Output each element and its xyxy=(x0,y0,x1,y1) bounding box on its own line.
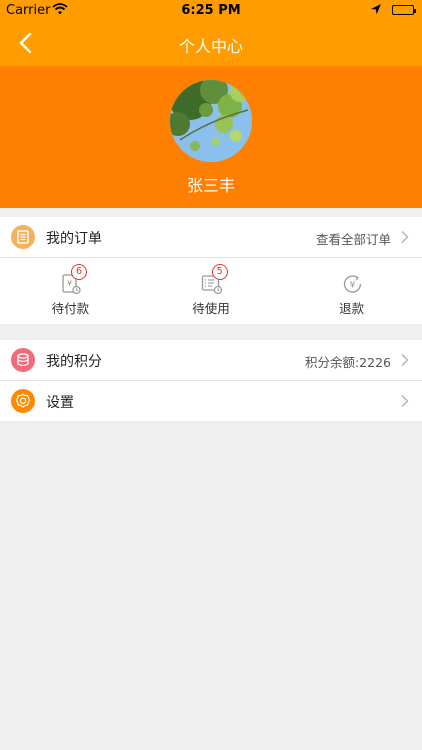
my-orders-row[interactable]: 我的订单 查看全部订单 xyxy=(0,217,422,258)
account-menu-card: 我的积分 积分余额:2226 设置 xyxy=(0,340,422,421)
chevron-right-icon xyxy=(401,230,409,244)
settings-gear-icon xyxy=(11,389,35,413)
order-list-icon xyxy=(11,225,35,249)
points-balance: 积分余额:2226 xyxy=(304,355,391,370)
pending-payment-badge: 6 xyxy=(71,264,87,280)
pending-payment-label: 待付款 xyxy=(51,301,90,316)
view-all-orders-link[interactable]: 查看全部订单 xyxy=(316,229,391,248)
to-use-badge: 5 xyxy=(211,264,228,280)
refund-button[interactable]: ¥ 退款 xyxy=(281,258,422,324)
refund-label: 退款 xyxy=(339,301,365,316)
settings-row[interactable]: 设置 xyxy=(0,381,422,421)
order-status-bar: ¥ 6 待付款 5 待使用 ¥ 退款 xyxy=(0,258,422,324)
my-points-label: 我的积分 xyxy=(46,354,102,370)
page-title: 个人中心 xyxy=(178,37,243,56)
svg-text:¥: ¥ xyxy=(349,281,355,291)
chevron-right-icon xyxy=(401,394,409,408)
orders-card: 我的订单 查看全部订单 ¥ 6 待付款 5 待使用 ¥ 退款 xyxy=(0,217,422,324)
username: 张三丰 xyxy=(186,176,235,195)
to-use-button[interactable]: 5 待使用 xyxy=(141,258,282,324)
my-orders-label: 我的订单 xyxy=(46,231,102,247)
status-bar: Carrier 6:25 PM xyxy=(0,0,422,22)
battery-icon xyxy=(392,5,416,15)
avatar-leaves-image xyxy=(170,80,252,162)
points-database-icon xyxy=(11,348,35,372)
my-points-row[interactable]: 我的积分 积分余额:2226 xyxy=(0,340,422,381)
navigation-bar: 个人中心 xyxy=(0,22,422,66)
to-use-label: 待使用 xyxy=(192,301,230,316)
pending-payment-button[interactable]: ¥ 6 待付款 xyxy=(0,258,141,324)
svg-text:¥: ¥ xyxy=(67,279,72,288)
avatar[interactable] xyxy=(170,80,252,162)
settings-label: 设置 xyxy=(46,395,74,411)
status-time: 6:25 PM xyxy=(181,3,241,18)
refund-icon: ¥ xyxy=(343,275,361,293)
profile-header: 张三丰 xyxy=(0,66,422,208)
chevron-right-icon xyxy=(401,353,409,367)
location-arrow-icon xyxy=(370,2,382,20)
